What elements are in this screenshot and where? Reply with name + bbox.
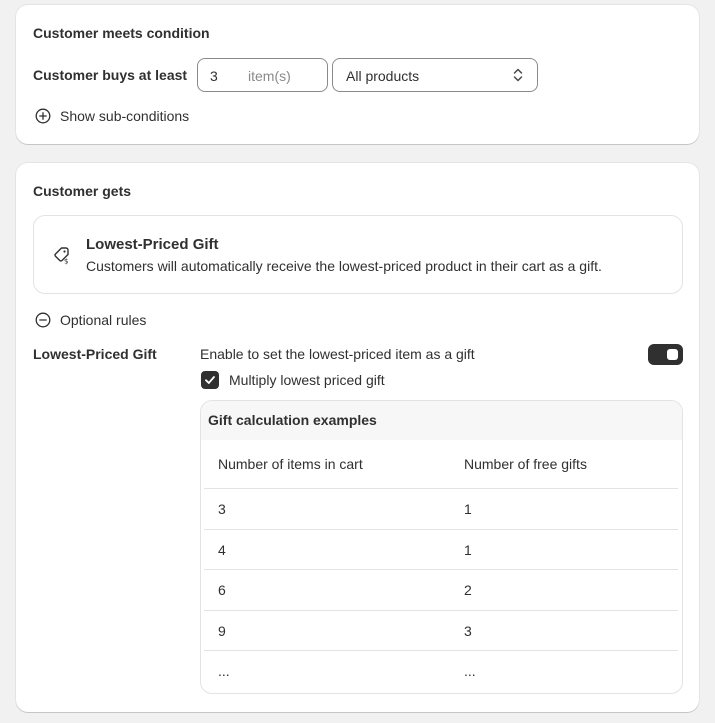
optional-rules-label: Optional rules [60,312,147,328]
table-row: 6 2 [204,569,678,610]
table-row: 9 3 [204,610,678,651]
cell-items: 3 [218,501,226,517]
lowest-priced-gift-toggle[interactable] [648,344,683,365]
checkmark-icon [205,376,215,384]
gift-option-description: Customers will automatically receive the… [86,258,602,274]
cell-gifts: 1 [464,542,472,558]
cell-items: 6 [218,582,226,598]
plus-circle-icon [35,108,51,124]
cell-gifts: 2 [464,582,472,598]
show-subconditions-label: Show sub-conditions [60,108,190,124]
gift-calculation-table: Gift calculation examples Number of item… [200,400,683,694]
chevron-up-down-icon [513,68,523,82]
quantity-input[interactable]: 3 item(s) [197,58,328,92]
table-title-bar: Gift calculation examples [201,401,682,440]
header-items-in-cart: Number of items in cart [218,456,363,472]
table-title: Gift calculation examples [208,412,377,428]
table-header-row: Number of items in cart Number of free g… [204,440,678,488]
products-select[interactable]: All products [332,58,538,92]
multiply-checkbox[interactable] [201,371,219,389]
buys-at-least-label: Customer buys at least [33,67,188,83]
table-row: ... ... [204,650,678,691]
price-tag-gift-icon: $ [54,247,69,266]
gift-option-title: Lowest-Priced Gift [86,236,219,253]
gift-option[interactable]: $ Lowest-Priced Gift Customers will auto… [33,215,683,294]
gets-title: Customer gets [33,183,132,199]
quantity-suffix: item(s) [248,68,291,84]
header-free-gifts: Number of free gifts [464,456,587,472]
gets-card: Customer gets $ Lowest-Priced Gift Custo… [16,163,699,712]
minus-circle-icon [35,312,51,328]
cell-gifts: 1 [464,501,472,517]
multiply-label: Multiply lowest priced gift [229,372,385,388]
enable-text: Enable to set the lowest-priced item as … [200,346,475,362]
condition-title: Customer meets condition [33,25,210,41]
table-row: 4 1 [204,529,678,570]
cell-items: ... [218,663,230,679]
cell-items: 9 [218,623,226,639]
svg-text:$: $ [64,258,68,266]
table-row: 3 1 [204,488,678,529]
condition-card: Customer meets condition Customer buys a… [16,5,699,144]
cell-gifts: ... [464,663,476,679]
cell-gifts: 3 [464,623,472,639]
quantity-value: 3 [210,68,218,84]
cell-items: 4 [218,542,226,558]
products-select-value: All products [346,68,420,84]
toggle-knob [667,349,678,360]
rule-label: Lowest-Priced Gift [33,346,157,362]
